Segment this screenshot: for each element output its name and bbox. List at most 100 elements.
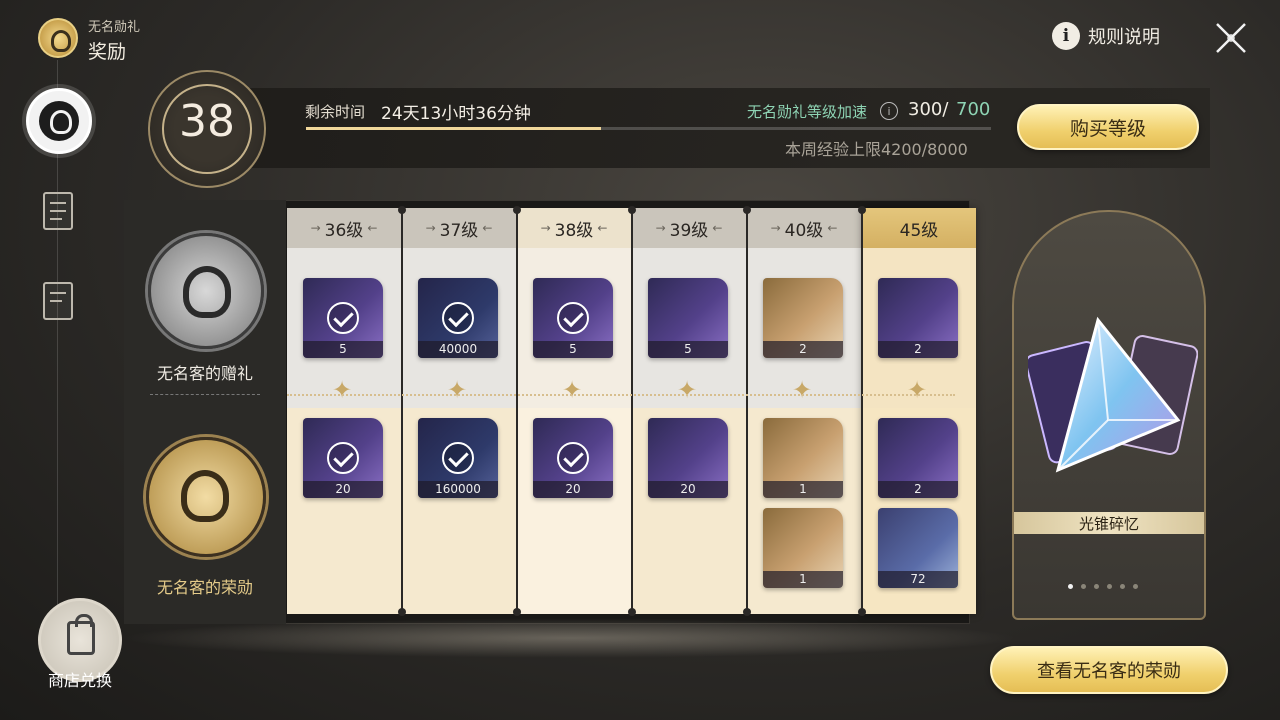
- column-separator: [861, 208, 863, 614]
- paid-reward-item[interactable]: 2: [878, 418, 958, 498]
- claimed-check-icon: [557, 302, 589, 334]
- close-icon[interactable]: [1213, 20, 1249, 56]
- pager-dot[interactable]: [1081, 584, 1086, 589]
- pager-dot[interactable]: [1068, 584, 1073, 589]
- item-quantity: 5: [303, 341, 383, 358]
- free-reward-item[interactable]: 40000: [418, 278, 498, 358]
- star-divider-icon: ✦: [792, 376, 813, 404]
- remaining-time-value: 24天13小时36分钟: [381, 104, 531, 124]
- header-subtitle: 无名勋礼: [88, 20, 141, 35]
- arrow-right-icon: →: [310, 221, 321, 235]
- arrow-left-icon: ←: [597, 221, 608, 235]
- free-reward-item[interactable]: 2: [878, 278, 958, 358]
- arrow-right-icon: →: [540, 221, 551, 235]
- emblem-core: [181, 470, 229, 522]
- featured-pager[interactable]: [1068, 584, 1138, 589]
- light-cone-shard-icon: [1028, 316, 1198, 473]
- shopping-bag-icon: [67, 614, 95, 655]
- reward-column: → 36级 ← ✦ 5 20: [287, 208, 401, 614]
- item-quantity: 20: [648, 481, 728, 498]
- boost-info-icon[interactable]: i: [880, 102, 898, 120]
- free-tier-emblem-icon: [148, 233, 264, 349]
- rail-tab-rewards[interactable]: [26, 88, 92, 154]
- pager-dot[interactable]: [1120, 584, 1125, 589]
- reward-column: 45级 ✦ 2 2 72: [862, 208, 976, 614]
- claimed-check-icon: [442, 302, 474, 334]
- separator-dot: [513, 608, 521, 616]
- pager-dot[interactable]: [1094, 584, 1099, 589]
- clipboard-line: [50, 210, 66, 212]
- free-reward-item[interactable]: 5: [648, 278, 728, 358]
- claimed-check-icon: [327, 302, 359, 334]
- page-title: 奖励: [88, 41, 127, 63]
- emblem-icon: [39, 101, 79, 141]
- paid-reward-item[interactable]: 20: [533, 418, 613, 498]
- item-quantity: 40000: [418, 341, 498, 358]
- claimed-check-icon: [557, 442, 589, 474]
- item-quantity: 2: [763, 341, 843, 358]
- separator-dot: [513, 206, 521, 214]
- star-divider-icon: ✦: [907, 376, 928, 404]
- arrow-left-icon: ←: [482, 221, 493, 235]
- item-quantity: 160000: [418, 481, 498, 498]
- time-progress-fill: [306, 127, 601, 130]
- separator-dot: [628, 206, 636, 214]
- column-separator: [516, 208, 518, 614]
- separator-dot: [398, 206, 406, 214]
- paid-reward-item[interactable]: 20: [648, 418, 728, 498]
- pager-dot[interactable]: [1133, 584, 1138, 589]
- rules-button[interactable]: i 规则说明: [1052, 22, 1160, 50]
- level-label: 36级: [324, 220, 364, 241]
- item-quantity: 1: [763, 571, 843, 588]
- rail-tab-details[interactable]: [43, 282, 73, 320]
- arrow-right-icon: →: [425, 221, 436, 235]
- item-quantity: 5: [533, 341, 613, 358]
- level-header: → 36级 ←: [287, 208, 401, 248]
- tier-row-divider: [287, 394, 955, 396]
- separator-dot: [743, 206, 751, 214]
- separator-dot: [858, 206, 866, 214]
- boost-current: 300/: [908, 99, 949, 120]
- arrow-left-icon: ←: [827, 221, 838, 235]
- shop-exchange-label: 商店兑换: [47, 671, 112, 690]
- reward-column: → 37级 ← ✦ 40000 160000: [402, 208, 516, 614]
- paid-tier-label: 无名客的荣勋: [156, 578, 253, 597]
- paid-reward-item[interactable]: 1: [763, 418, 843, 498]
- remaining-time-label: 剩余时间: [305, 103, 366, 121]
- column-separator: [746, 208, 748, 614]
- arrow-left-icon: ←: [367, 221, 378, 235]
- paid-tier-emblem-icon: [146, 437, 266, 557]
- reward-column: → 40级 ← ✦ 2 1 1: [747, 208, 861, 614]
- free-reward-item[interactable]: 2: [763, 278, 843, 358]
- buy-level-button[interactable]: 购买等级: [1017, 104, 1199, 150]
- star-divider-icon: ✦: [562, 376, 583, 404]
- tier-divider: [150, 394, 260, 395]
- pager-dot[interactable]: [1107, 584, 1112, 589]
- level-header: → 38级 ←: [517, 208, 631, 248]
- free-reward-item[interactable]: 5: [533, 278, 613, 358]
- separator-dot: [398, 608, 406, 616]
- item-quantity: 20: [303, 481, 383, 498]
- free-reward-item[interactable]: 5: [303, 278, 383, 358]
- rules-label: 规则说明: [1088, 27, 1160, 48]
- separator-dot: [743, 608, 751, 616]
- paid-reward-item[interactable]: 72: [878, 508, 958, 588]
- level-boost-label: 无名勋礼等级加速: [747, 103, 868, 121]
- document-line: [50, 300, 62, 302]
- paid-reward-item[interactable]: 1: [763, 508, 843, 588]
- paid-reward-item[interactable]: 20: [303, 418, 383, 498]
- level-header: → 37级 ←: [402, 208, 516, 248]
- level-header: → 40级 ←: [747, 208, 861, 248]
- star-divider-icon: ✦: [447, 376, 468, 404]
- view-honor-button[interactable]: 查看无名客的荣勋: [990, 646, 1228, 694]
- battle-pass-logo-icon: [38, 18, 78, 58]
- level-header: → 39级 ←: [632, 208, 746, 248]
- document-search-icon: [50, 292, 66, 294]
- info-icon: i: [1052, 22, 1080, 50]
- rail-tab-missions[interactable]: [43, 192, 73, 230]
- reward-column: → 38级 ← ✦ 5 20: [517, 208, 631, 614]
- emblem-core: [183, 266, 231, 318]
- item-quantity: 2: [878, 341, 958, 358]
- arrow-left-icon: ←: [712, 221, 723, 235]
- paid-reward-item[interactable]: 160000: [418, 418, 498, 498]
